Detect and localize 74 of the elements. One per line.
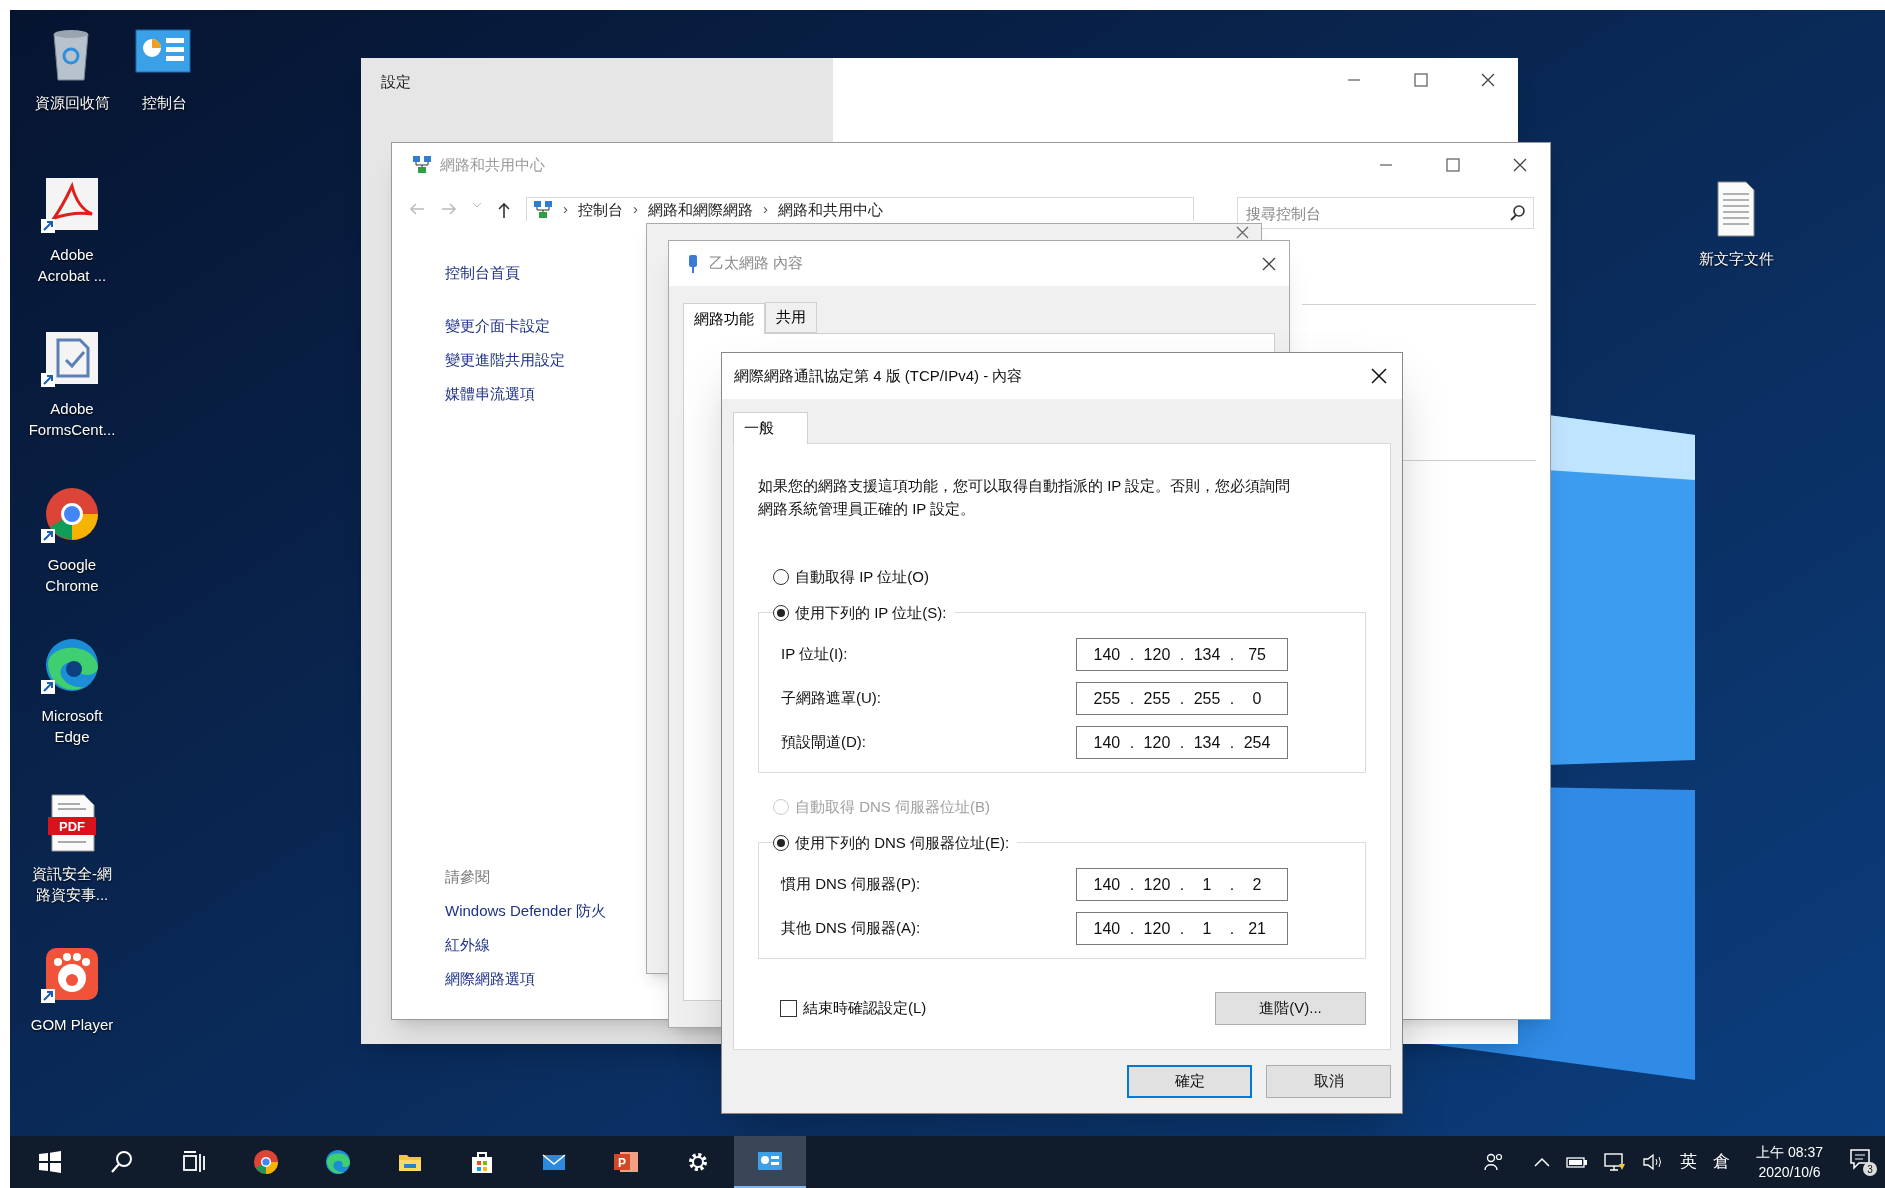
icon-label[interactable]: 控制台: [141, 92, 187, 113]
icon-label[interactable]: Adobe FormsCent...: [26, 398, 118, 440]
taskbar-button[interactable]: P: [590, 1136, 662, 1188]
breadcrumb-item[interactable]: 網路和網際網路: [648, 200, 753, 219]
window-title: 網際網路通訊協定第 4 版 (TCP/IPv4) - 內容: [734, 365, 1023, 386]
ime-mode-indicator[interactable]: 倉: [1713, 1149, 1731, 1175]
ip-address-field[interactable]: 140 . 120 . 1 . 21: [1076, 912, 1288, 945]
chrome-icon: [252, 1148, 280, 1176]
edge-icon: [324, 1148, 352, 1176]
clock[interactable]: 上午 08:37 2020/10/6: [1756, 1142, 1823, 1182]
taskbar-button[interactable]: [734, 1136, 806, 1188]
sidebar-link[interactable]: 媒體串流選項: [445, 384, 535, 404]
icon-label[interactable]: Google Chrome: [26, 554, 118, 596]
section-heading: 請參閱: [445, 867, 490, 887]
window-title: 網路和共用中心: [440, 154, 545, 175]
see-also-link[interactable]: 紅外線: [445, 935, 490, 955]
field-label: 慣用 DNS 伺服器(P):: [781, 874, 921, 895]
checkbox-label: 結束時確認設定(L): [803, 998, 927, 1019]
field-label: IP 位址(I):: [781, 644, 848, 665]
close-icon[interactable]: [1261, 255, 1277, 272]
radio-label: 使用下列的 DNS 伺服器位址(E):: [795, 832, 1010, 853]
caret-up-icon[interactable]: [1534, 1157, 1551, 1167]
breadcrumb-separator: ›: [763, 199, 768, 220]
sidebar-link[interactable]: 控制台首頁: [445, 263, 520, 283]
dialog-button[interactable]: 確定: [1127, 1065, 1252, 1098]
network-icon: [533, 199, 553, 220]
maximize-icon[interactable]: [1413, 72, 1429, 88]
window-title: 設定: [381, 73, 411, 90]
radio-label: 使用下列的 IP 位址(S):: [795, 602, 947, 623]
radio-label: 自動取得 DNS 伺服器位址(B): [795, 796, 990, 817]
icon-label[interactable]: GOM Player: [30, 1014, 114, 1035]
close-icon[interactable]: [1480, 72, 1496, 88]
field-label: 子網路遮罩(U):: [781, 688, 881, 709]
breadcrumb-item[interactable]: 網路和共用中心: [778, 200, 883, 219]
breadcrumb-separator: ›: [633, 199, 638, 220]
ip-address-field[interactable]: 140 . 120 . 1 . 2: [1076, 868, 1288, 901]
close-icon[interactable]: [1512, 157, 1528, 173]
input-language-indicator[interactable]: 英: [1680, 1149, 1698, 1175]
network-icon[interactable]: [1604, 1152, 1627, 1172]
icon-label[interactable]: 新文字文件: [1698, 248, 1774, 269]
notification-button[interactable]: 3: [1849, 1148, 1877, 1176]
people-icon[interactable]: [1484, 1152, 1505, 1172]
checkbox[interactable]: [780, 1000, 797, 1017]
tab[interactable]: 一般: [733, 412, 808, 444]
field-label: 其他 DNS 伺服器(A):: [781, 918, 921, 939]
sidebar-link[interactable]: 變更介面卡設定: [445, 316, 550, 336]
start-icon: [36, 1148, 64, 1176]
field-label: 預設閘道(D):: [781, 732, 866, 753]
ip-address-field[interactable]: 140 . 120 . 134 . 254: [1076, 726, 1288, 759]
sidebar-link[interactable]: 變更進階共用設定: [445, 350, 565, 370]
breadcrumb-item[interactable]: 控制台: [578, 200, 623, 219]
advanced-button[interactable]: 進階(V)...: [1215, 992, 1366, 1025]
see-also-link[interactable]: 網際網路選項: [445, 969, 535, 989]
network-icon: [412, 155, 432, 175]
close-icon[interactable]: [1370, 367, 1388, 385]
icon-label[interactable]: 資訊安全-網路資安事...: [26, 863, 118, 905]
ip-address-field[interactable]: 255 . 255 . 255 . 0: [1076, 682, 1288, 715]
ip-address-field[interactable]: 140 . 120 . 134 . 75: [1076, 638, 1288, 671]
notification-count: 3: [1863, 1162, 1877, 1176]
tab[interactable]: 網路功能: [683, 303, 765, 334]
see-also-link[interactable]: Windows Defender 防火: [445, 901, 606, 921]
maximize-icon[interactable]: [1445, 157, 1461, 173]
tab[interactable]: 共用: [765, 302, 817, 333]
icon-label[interactable]: Adobe Acrobat ...: [26, 244, 118, 286]
description-text: 如果您的網路支援這項功能，您可以取得自動指派的 IP 設定。否則，您必須詢問網路系統管理員正確的 IP 設定。: [758, 476, 1292, 519]
window-title: 乙太網路 內容: [709, 253, 804, 274]
up-arrow-icon[interactable]: [496, 201, 512, 219]
battery-icon[interactable]: [1566, 1155, 1589, 1169]
radio-label: 自動取得 IP 位址(O): [795, 566, 929, 587]
dialog-button[interactable]: 取消: [1266, 1065, 1391, 1098]
icon-label[interactable]: Microsoft Edge: [26, 705, 118, 747]
icon-label[interactable]: 資源回收筒: [34, 92, 110, 113]
breadcrumb-separator: ›: [563, 199, 568, 220]
address-bar[interactable]: › 控制台 › 網路和網際網路 › 網路和共用中心: [526, 197, 1194, 221]
